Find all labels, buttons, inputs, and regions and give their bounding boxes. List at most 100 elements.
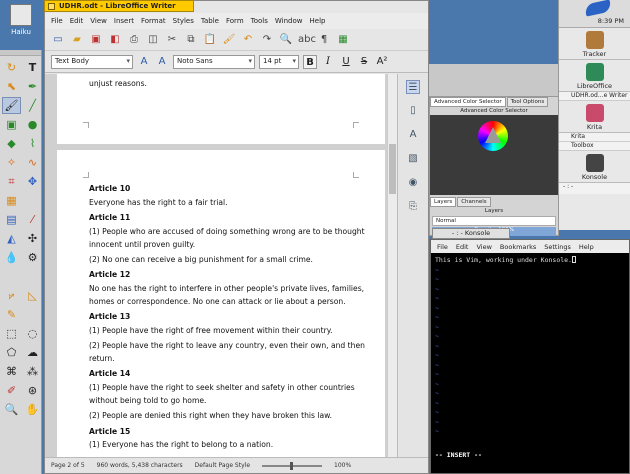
reference-icon[interactable]: ✎ (2, 306, 21, 323)
haiku-desktop-icon[interactable]: Haiku (6, 4, 36, 36)
color-picker-icon[interactable]: ⁄ (23, 211, 42, 228)
smart-patch-icon[interactable]: 💧 (2, 249, 21, 266)
menu-table[interactable]: Table (201, 17, 219, 25)
magnetic-select-icon[interactable]: ⊛ (23, 382, 42, 399)
deskbar-app-konsole[interactable]: Konsole (559, 151, 630, 183)
gradient-icon[interactable]: ▤ (2, 211, 21, 228)
gallery-icon[interactable]: ▧ (406, 152, 420, 166)
zoom-level[interactable]: 100% (334, 462, 351, 469)
menu-form[interactable]: Form (226, 17, 244, 25)
konsole-menu-settings[interactable]: Settings (544, 243, 571, 251)
terminal-output[interactable]: This is Vim, working under Konsole. ~ ~ … (435, 256, 576, 437)
deskbar-window-konsole[interactable]: - : - (559, 183, 630, 194)
blend-mode-select[interactable]: Normal (432, 216, 556, 226)
menu-view[interactable]: View (90, 17, 107, 25)
menu-format[interactable]: Format (141, 17, 166, 25)
redo-icon[interactable]: ↷ (260, 33, 274, 47)
outline-select-icon[interactable]: ☁ (23, 344, 42, 361)
pan-icon[interactable]: ✋ (23, 401, 42, 418)
deskbar-window-krita[interactable]: Krita (559, 133, 630, 142)
haiku-leaf-icon[interactable] (584, 0, 612, 17)
libreoffice-title-tab[interactable]: UDHR.odt - LibreOffice Writer (44, 0, 194, 12)
bold-button[interactable]: B (303, 54, 317, 69)
rect-select-icon[interactable]: ⬚ (2, 325, 21, 342)
line-tool-icon[interactable]: ╱ (23, 97, 42, 114)
similar-select-icon[interactable]: ⁂ (23, 363, 42, 380)
konsole-menu-view[interactable]: View (476, 243, 491, 251)
menu-insert[interactable]: Insert (114, 17, 134, 25)
properties-icon[interactable]: ☰ (406, 80, 420, 94)
strikethrough-button[interactable]: S (357, 55, 371, 69)
deskbar-app-krita[interactable]: Krita (559, 101, 630, 133)
konsole-menu-help[interactable]: Help (579, 243, 594, 251)
menu-help[interactable]: Help (310, 17, 326, 25)
print-preview-icon[interactable]: ◫ (146, 33, 160, 47)
measure-icon[interactable]: ⦬ (2, 287, 21, 304)
rectangle-icon[interactable]: ▣ (2, 116, 21, 133)
polyline-icon[interactable]: ⌇ (23, 135, 42, 152)
ellipse-select-icon[interactable]: ◌ (23, 325, 42, 342)
tab-channels[interactable]: Channels (457, 197, 491, 207)
ellipse-icon[interactable]: ● (23, 116, 42, 133)
save-icon[interactable]: ▣ (89, 33, 103, 47)
polygon-icon[interactable]: ◆ (2, 135, 21, 152)
tab-layers[interactable]: Layers (430, 197, 457, 207)
styles-icon[interactable]: A (406, 128, 420, 142)
calligraphy-icon[interactable]: ✒ (23, 78, 42, 95)
export-pdf-icon[interactable]: ◧ (108, 33, 122, 47)
lazy-brush-icon[interactable]: ⚙ (23, 249, 42, 266)
bezier-icon[interactable]: ✧ (2, 154, 21, 171)
menu-edit[interactable]: Edit (70, 17, 84, 25)
close-icon[interactable] (48, 3, 55, 10)
deskbar-app-libreoffice[interactable]: LibreOffice (559, 60, 630, 92)
paragraph-style-select[interactable]: Text Body ▾ (51, 54, 133, 69)
text-tool-icon[interactable]: T (23, 59, 42, 76)
freehand-path-icon[interactable]: ∿ (23, 154, 42, 171)
font-size-select[interactable]: 14 pt ▾ (259, 54, 299, 69)
italic-button[interactable]: I (321, 55, 335, 69)
formatting-marks-icon[interactable]: ¶ (317, 33, 331, 47)
find-replace-icon[interactable]: 🔍 (279, 33, 293, 47)
deskbar-app-tracker[interactable]: Tracker (559, 28, 630, 60)
edit-shapes-icon[interactable]: ⬉ (2, 78, 21, 95)
page-style[interactable]: Default Page Style (195, 462, 250, 469)
deskbar-window-udhr[interactable]: UDHR.od...e Writer (559, 92, 630, 101)
contiguous-select-icon[interactable]: ⌘ (2, 363, 21, 380)
manage-changes-icon[interactable]: ⎘ (406, 200, 420, 214)
crop-icon[interactable]: ⌗ (2, 173, 21, 190)
new-style-icon[interactable]: A (155, 55, 169, 69)
konsole-menu-edit[interactable]: Edit (456, 243, 469, 251)
insert-table-icon[interactable]: ▦ (336, 33, 350, 47)
clock[interactable]: 8:39 PM (598, 17, 624, 25)
word-count[interactable]: 960 words, 5,438 characters (97, 462, 183, 469)
polygon-select-icon[interactable]: ⬠ (2, 344, 21, 361)
undo-icon[interactable]: ↶ (241, 33, 255, 47)
menu-window[interactable]: Window (275, 17, 303, 25)
page-icon[interactable]: ▯ (406, 104, 420, 118)
move-icon[interactable]: ✥ (23, 173, 42, 190)
scrollbar-thumb[interactable] (389, 144, 396, 194)
superscript-button[interactable]: A² (375, 55, 389, 69)
spelling-icon[interactable]: abc (298, 33, 316, 47)
paste-icon[interactable]: 📋 (203, 33, 217, 47)
document-area[interactable]: unjust reasons. Article 10 Everyone has … (45, 74, 397, 457)
update-style-icon[interactable]: A (137, 55, 151, 69)
page-count[interactable]: Page 2 of 5 (51, 462, 85, 469)
deskbar-window-toolbox[interactable]: Toolbox (559, 142, 630, 151)
menu-styles[interactable]: Styles (173, 17, 194, 25)
konsole-menu-bookmarks[interactable]: Bookmarks (500, 243, 536, 251)
konsole-window[interactable]: File Edit View Bookmarks Settings Help T… (430, 239, 630, 474)
copy-icon[interactable]: ⧉ (184, 33, 198, 47)
underline-button[interactable]: U (339, 55, 353, 69)
ruler-icon[interactable]: ◺ (23, 287, 42, 304)
zoom-slider[interactable] (262, 461, 323, 470)
zoom-icon[interactable]: 🔍 (2, 401, 21, 418)
navigator-icon[interactable]: ◉ (406, 176, 420, 190)
tab-advanced-color-selector[interactable]: Advanced Color Selector (430, 97, 506, 107)
color-triangle[interactable] (485, 127, 501, 143)
zoom-slider-knob[interactable] (290, 461, 294, 470)
konsole-title-tab[interactable]: - : - Konsole (432, 228, 510, 239)
print-icon[interactable]: ⎙ (127, 33, 141, 47)
menu-file[interactable]: File (51, 17, 63, 25)
color-selector[interactable] (430, 115, 558, 195)
